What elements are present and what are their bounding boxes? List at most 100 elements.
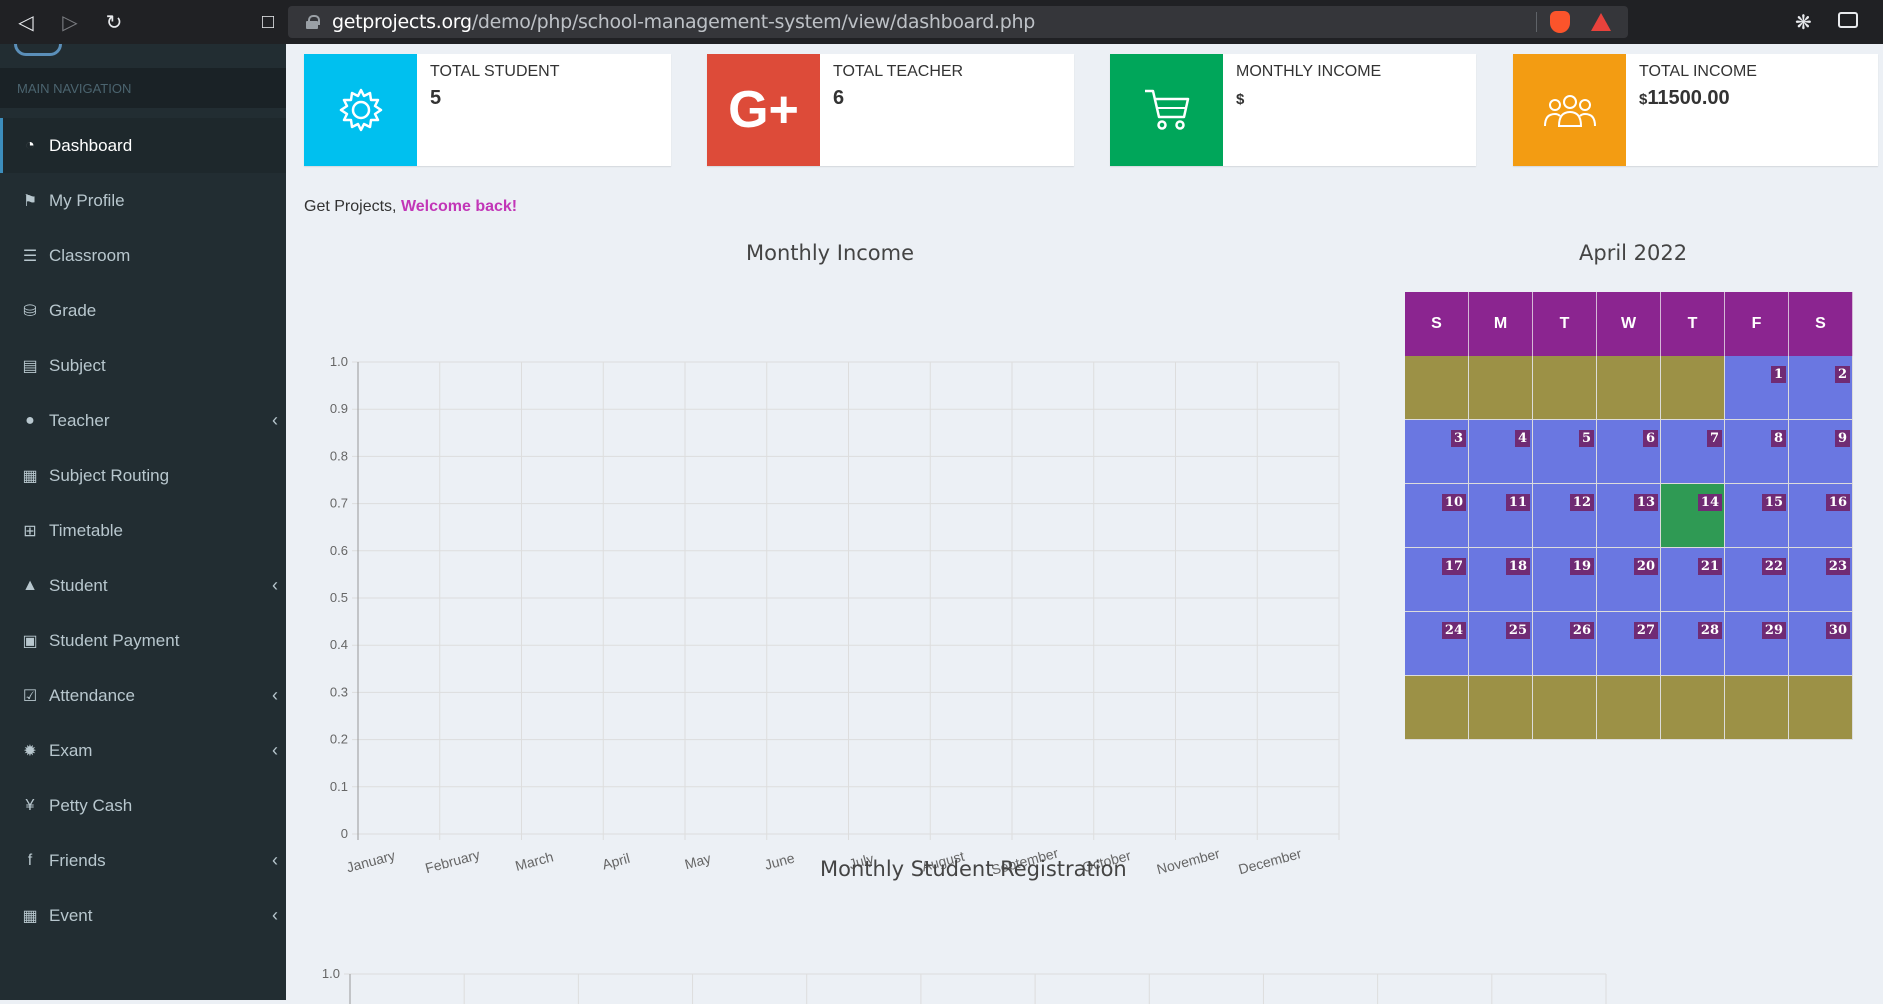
extensions-icon[interactable]: ❋: [1795, 10, 1812, 35]
sidebar-item-timetable[interactable]: ⊞ Timetable: [0, 503, 286, 558]
x-tick-label: February: [423, 846, 481, 876]
sidebar-item-label: Subject: [49, 355, 106, 375]
day-number: 10: [1441, 494, 1466, 511]
calendar-grid: S M T W T F S 1 2 3 4 5 6 7 8 9 10 11 12 13 14 15 16 17 18 19 20 21…: [1405, 292, 1855, 740]
calendar-day[interactable]: 10: [1405, 484, 1469, 548]
day-number: 17: [1441, 558, 1466, 575]
calendar-day[interactable]: 4: [1469, 420, 1533, 484]
calendar-day[interactable]: 6: [1597, 420, 1661, 484]
address-bar[interactable]: getprojects.org/demo/php/school-manageme…: [288, 6, 1628, 38]
day-number: 2: [1834, 366, 1850, 383]
sidebar-item-my-profile[interactable]: ⚑ My Profile: [0, 173, 286, 228]
total-teacher-value: 6: [833, 87, 845, 109]
day-number: 15: [1761, 494, 1786, 511]
brave-rewards-icon[interactable]: [1591, 13, 1611, 31]
total-student-box: TOTAL STUDENT 5: [304, 54, 671, 166]
calendar-day[interactable]: 5: [1533, 420, 1597, 484]
day-number: 23: [1825, 558, 1850, 575]
calendar-today[interactable]: 14: [1661, 484, 1725, 548]
sidebar-item-petty-cash[interactable]: ¥ Petty Cash: [0, 778, 286, 833]
calendar-day[interactable]: 15: [1725, 484, 1789, 548]
calendar-day[interactable]: 25: [1469, 612, 1533, 676]
calendar-day[interactable]: 23: [1789, 548, 1853, 612]
calendar-day[interactable]: 26: [1533, 612, 1597, 676]
calendar-check-icon: ☑: [22, 687, 38, 705]
calendar-day[interactable]: 17: [1405, 548, 1469, 612]
sidebar-item-classroom[interactable]: ☰ Classroom: [0, 228, 286, 283]
calendar-day[interactable]: 30: [1789, 612, 1853, 676]
sidebar-item-friends[interactable]: f Friends ‹: [0, 833, 286, 888]
calendar-day[interactable]: 7: [1661, 420, 1725, 484]
calendar-icon: ▦: [22, 907, 38, 925]
calendar-day[interactable]: 28: [1661, 612, 1725, 676]
day-number: 7: [1706, 430, 1722, 447]
day-number: 24: [1441, 622, 1466, 639]
bookmark-icon[interactable]: □: [250, 4, 286, 40]
calendar-day[interactable]: 21: [1661, 548, 1725, 612]
calendar-day[interactable]: 3: [1405, 420, 1469, 484]
users-icon: [1513, 54, 1626, 166]
sidebar-item-exam[interactable]: ✹ Exam ‹: [0, 723, 286, 778]
income-chart: 1.0 0.9 0.8 0.7 0.6 0.5 0.4 0.3 0.2 0.1 0 January Fe…: [330, 354, 1340, 878]
day-number: 6: [1642, 430, 1658, 447]
calendar-day[interactable]: 22: [1725, 548, 1789, 612]
sidebar-item-grade[interactable]: ⛁ Grade: [0, 283, 286, 338]
sidebar-item-subject-routing[interactable]: ▦ Subject Routing: [0, 448, 286, 503]
day-number: 30: [1825, 622, 1850, 639]
graduation-cap-icon: ▲: [22, 576, 38, 594]
wallet-icon[interactable]: [1838, 12, 1858, 28]
sidebar-item-dashboard[interactable]: ◔ Dashboard: [0, 118, 286, 173]
day-number: 14: [1697, 494, 1722, 511]
sidebar-item-event[interactable]: ▦ Event ‹: [0, 888, 286, 943]
grid-icon: ▦: [22, 467, 38, 485]
calendar-day[interactable]: 27: [1597, 612, 1661, 676]
sidebar-item-attendance[interactable]: ☑ Attendance ‹: [0, 668, 286, 723]
logo: [14, 44, 62, 56]
sidebar-item-student[interactable]: ▲ Student ‹: [0, 558, 286, 613]
calendar-day[interactable]: 19: [1533, 548, 1597, 612]
calendar-day[interactable]: 11: [1469, 484, 1533, 548]
calendar-empty-cell: [1789, 676, 1853, 740]
sidebar-item-label: Classroom: [49, 245, 131, 265]
x-tick-label: June: [763, 849, 797, 872]
calendar-day[interactable]: 18: [1469, 548, 1533, 612]
monthly-income-value: $: [1236, 91, 1245, 108]
day-number: 28: [1697, 622, 1722, 639]
calendar-day[interactable]: 12: [1533, 484, 1597, 548]
calendar-empty-cell: [1597, 356, 1661, 420]
calendar-empty-cell: [1405, 676, 1469, 740]
x-tick-label: December: [1237, 845, 1304, 877]
forward-icon[interactable]: ▷: [52, 4, 88, 40]
reload-icon[interactable]: ↻: [96, 4, 132, 40]
sidebar-item-student-payment[interactable]: ▣ Student Payment: [0, 613, 286, 668]
back-icon[interactable]: ◁: [8, 4, 44, 40]
weekday-header: F: [1725, 292, 1789, 356]
calendar-day[interactable]: 24: [1405, 612, 1469, 676]
x-tick-label: May: [683, 850, 713, 872]
day-number: 4: [1514, 430, 1530, 447]
calendar-day[interactable]: 2: [1789, 356, 1853, 420]
y-tick-label: 0.5: [330, 590, 348, 605]
day-number: 25: [1505, 622, 1530, 639]
sidebar-item-teacher[interactable]: ● Teacher ‹: [0, 393, 286, 448]
weekday-header: S: [1789, 292, 1853, 356]
calendar-day[interactable]: 8: [1725, 420, 1789, 484]
calendar-day[interactable]: 29: [1725, 612, 1789, 676]
monthly-income-label: MONTHLY INCOME: [1236, 63, 1382, 80]
calendar-day[interactable]: 9: [1789, 420, 1853, 484]
calendar-day[interactable]: 16: [1789, 484, 1853, 548]
calendar-day[interactable]: 20: [1597, 548, 1661, 612]
weekday-header: S: [1405, 292, 1469, 356]
calendar-day[interactable]: 1: [1725, 356, 1789, 420]
sidebar-item-subject[interactable]: ▤ Subject: [0, 338, 286, 393]
total-teacher-box: G+ TOTAL TEACHER 6: [707, 54, 1074, 166]
day-number: 1: [1770, 366, 1786, 383]
y-tick-label: 1.0: [322, 966, 340, 981]
brave-shield-icon[interactable]: [1550, 11, 1570, 33]
url-text[interactable]: getprojects.org/demo/php/school-manageme…: [332, 11, 1035, 33]
nav-header: MAIN NAVIGATION: [0, 68, 286, 108]
x-tick-label: April: [600, 850, 631, 873]
calendar-day[interactable]: 13: [1597, 484, 1661, 548]
calendar-empty-cell: [1661, 356, 1725, 420]
sidebar-item-label: Grade: [49, 300, 97, 320]
